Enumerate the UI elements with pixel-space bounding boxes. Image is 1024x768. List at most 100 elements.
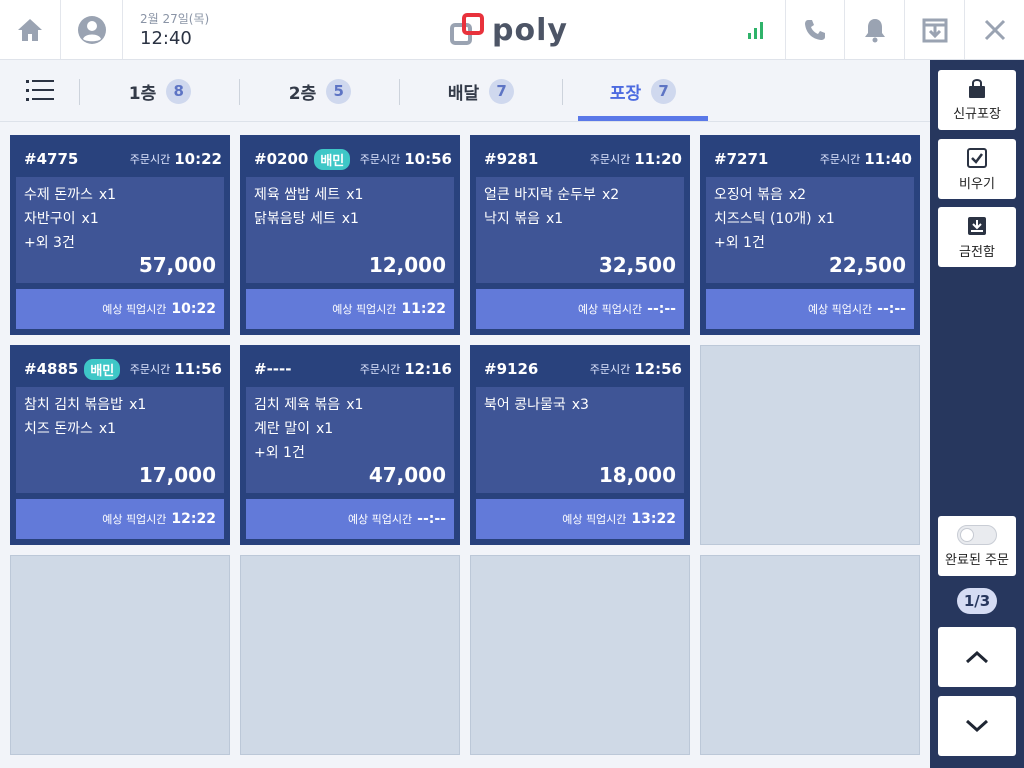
item-qty: x1 [341, 211, 359, 227]
item-name: 참치 김치 볶음밥 [24, 397, 124, 413]
order-item [484, 417, 676, 441]
order-time-label: 주문시간 [589, 153, 631, 166]
order-card[interactable]: #9281 주문시간 11:20 얼큰 바지락 순두부 x2 낙지 볶음 x1 32,500 예… [470, 135, 690, 335]
pickup-time-label: 예상 픽업시간 [332, 303, 397, 316]
pickup-time: --:-- [647, 301, 676, 317]
order-time-label: 주문시간 [129, 153, 171, 166]
item-qty: x1 [129, 397, 147, 413]
cash-drawer-label: 금전함 [959, 244, 995, 260]
order-number: #0200 [254, 150, 309, 168]
home-button[interactable] [0, 0, 60, 59]
toggle-switch[interactable] [957, 524, 997, 545]
close-button[interactable] [965, 0, 1024, 59]
tab-delivery[interactable]: 배달 7 [400, 60, 562, 122]
active-tab-indicator [578, 116, 708, 121]
order-price: 32,500 [598, 253, 676, 277]
empty-slot [700, 555, 920, 755]
item-qty: x2 [788, 187, 807, 203]
order-item: 제육 쌈밥 세트 x1 [254, 183, 446, 207]
menu-button[interactable] [18, 74, 62, 108]
order-number: #9281 [484, 150, 539, 168]
tab-1f[interactable]: 1층 8 [80, 60, 240, 122]
card-body: 오징어 볶음 x2 치즈스틱 (10개) x1 +외 1건 22,500 [706, 177, 914, 283]
right-sidebar: 신규포장 비우기 금전함 완료된 주문 1/3 [930, 60, 1024, 768]
order-card[interactable]: #---- 주문시간 12:16 김치 제육 볶음 x1 계란 말이 x1 +외 1건 47,0… [240, 345, 460, 545]
order-time: 10:22 [174, 150, 222, 168]
item-name: 북어 콩나물국 [484, 397, 566, 413]
profile-button[interactable] [61, 0, 122, 59]
item-qty: x1 [545, 211, 564, 227]
poly-logo: poly [450, 12, 568, 48]
tab-label: 1층 [128, 83, 157, 104]
tab-takeout[interactable]: 포장 7 [578, 60, 708, 122]
completed-orders-toggle[interactable]: 완료된 주문 [938, 516, 1016, 576]
order-time-label: 주문시간 [819, 153, 861, 166]
chevron-down-icon [965, 719, 989, 733]
card-body: 수제 돈까스 x1 자반구이 x1 +외 3건 57,000 [16, 177, 224, 283]
item-name: 수제 돈까스 [24, 187, 93, 203]
item-name: 낙지 볶음 [484, 211, 540, 227]
notification-button[interactable] [845, 0, 904, 59]
phone-button[interactable] [786, 0, 844, 59]
clear-button[interactable]: 비우기 [938, 139, 1016, 199]
empty-slot [470, 555, 690, 755]
card-header: #---- 주문시간 12:16 [246, 351, 454, 387]
tab-label: 포장 [609, 83, 642, 104]
order-item: 김치 제육 볶음 x1 [254, 393, 446, 417]
cash-drawer-button[interactable]: 금전함 [938, 207, 1016, 267]
signal-status [726, 0, 785, 59]
platform-badge: 배민 [84, 358, 121, 380]
item-name: 치즈스틱 (10개) [714, 211, 812, 227]
item-name: 제육 쌈밥 세트 [254, 187, 341, 203]
order-price: 47,000 [368, 463, 446, 487]
item-name: 자반구이 [24, 211, 76, 227]
order-item: 계란 말이 x1 [254, 417, 446, 441]
tab-label: 2층 [288, 83, 317, 104]
pickup-time-label: 예상 픽업시간 [562, 513, 627, 526]
chevron-up-icon [965, 650, 989, 664]
page-down-button[interactable] [938, 696, 1016, 756]
new-takeout-button[interactable]: 신규포장 [938, 70, 1016, 130]
card-body: 참치 김치 볶음밥 x1 치즈 돈까스 x1 17,000 [16, 387, 224, 493]
card-header: #9126 주문시간 12:56 [476, 351, 684, 387]
order-card[interactable]: #4885 배민 주문시간 11:56 참치 김치 볶음밥 x1 치즈 돈까스 x1 17,00… [10, 345, 230, 545]
phone-icon [805, 19, 825, 40]
home-icon [18, 18, 42, 41]
card-body: 얼큰 바지락 순두부 x2 낙지 볶음 x1 32,500 [476, 177, 684, 283]
order-item [254, 231, 446, 255]
order-card[interactable]: #9126 주문시간 12:56 북어 콩나물국 x3 18,000 예상 픽업시간 13:2… [470, 345, 690, 545]
pickup-time-label: 예상 픽업시간 [347, 513, 413, 526]
close-icon [984, 19, 1005, 40]
pickup-time: 10:22 [171, 301, 216, 317]
order-price: 12,000 [368, 253, 446, 277]
card-body: 북어 콩나물국 x3 18,000 [476, 387, 684, 493]
order-item: 치즈스틱 (10개) x1 [714, 207, 906, 231]
pickup-time-label: 예상 픽업시간 [807, 303, 873, 316]
order-item: 치즈 돈까스 x1 [24, 417, 216, 441]
page-up-button[interactable] [938, 627, 1016, 687]
order-card[interactable]: #7271 주문시간 11:40 오징어 볶음 x2 치즈스틱 (10개) x1 +외 1건 2… [700, 135, 920, 335]
order-item: 닭볶음탕 세트 x1 [254, 207, 446, 231]
order-number: #---- [254, 360, 292, 378]
card-header: #4775 주문시간 10:22 [16, 141, 224, 177]
tab-2f[interactable]: 2층 5 [240, 60, 400, 122]
top-bar: 2월 27일(목) 12:40 poly [0, 0, 1024, 60]
tab-count-badge: 8 [166, 78, 192, 104]
bag-icon [969, 78, 985, 98]
item-qty: x1 [346, 397, 364, 413]
card-footer: 예상 픽업시간 10:22 [16, 289, 224, 329]
list-menu-icon [26, 80, 54, 101]
card-header: #4885 배민 주문시간 11:56 [16, 351, 224, 387]
order-time-label: 주문시간 [359, 153, 401, 166]
order-card[interactable]: #0200 배민 주문시간 10:56 제육 쌈밥 세트 x1 닭볶음탕 세트 x1 12,00… [240, 135, 460, 335]
item-name: 닭볶음탕 세트 [254, 211, 336, 227]
order-time: 10:56 [404, 150, 452, 168]
order-number: #4885 [24, 360, 79, 378]
order-card[interactable]: #4775 주문시간 10:22 수제 돈까스 x1 자반구이 x1 +외 3건 57,000 예… [10, 135, 230, 335]
order-item [484, 441, 676, 465]
order-time: 12:16 [404, 360, 452, 378]
pickup-time: --:-- [877, 301, 906, 317]
download-button[interactable] [905, 0, 964, 59]
item-qty: x3 [571, 397, 589, 413]
logo-mark-icon [450, 13, 484, 45]
